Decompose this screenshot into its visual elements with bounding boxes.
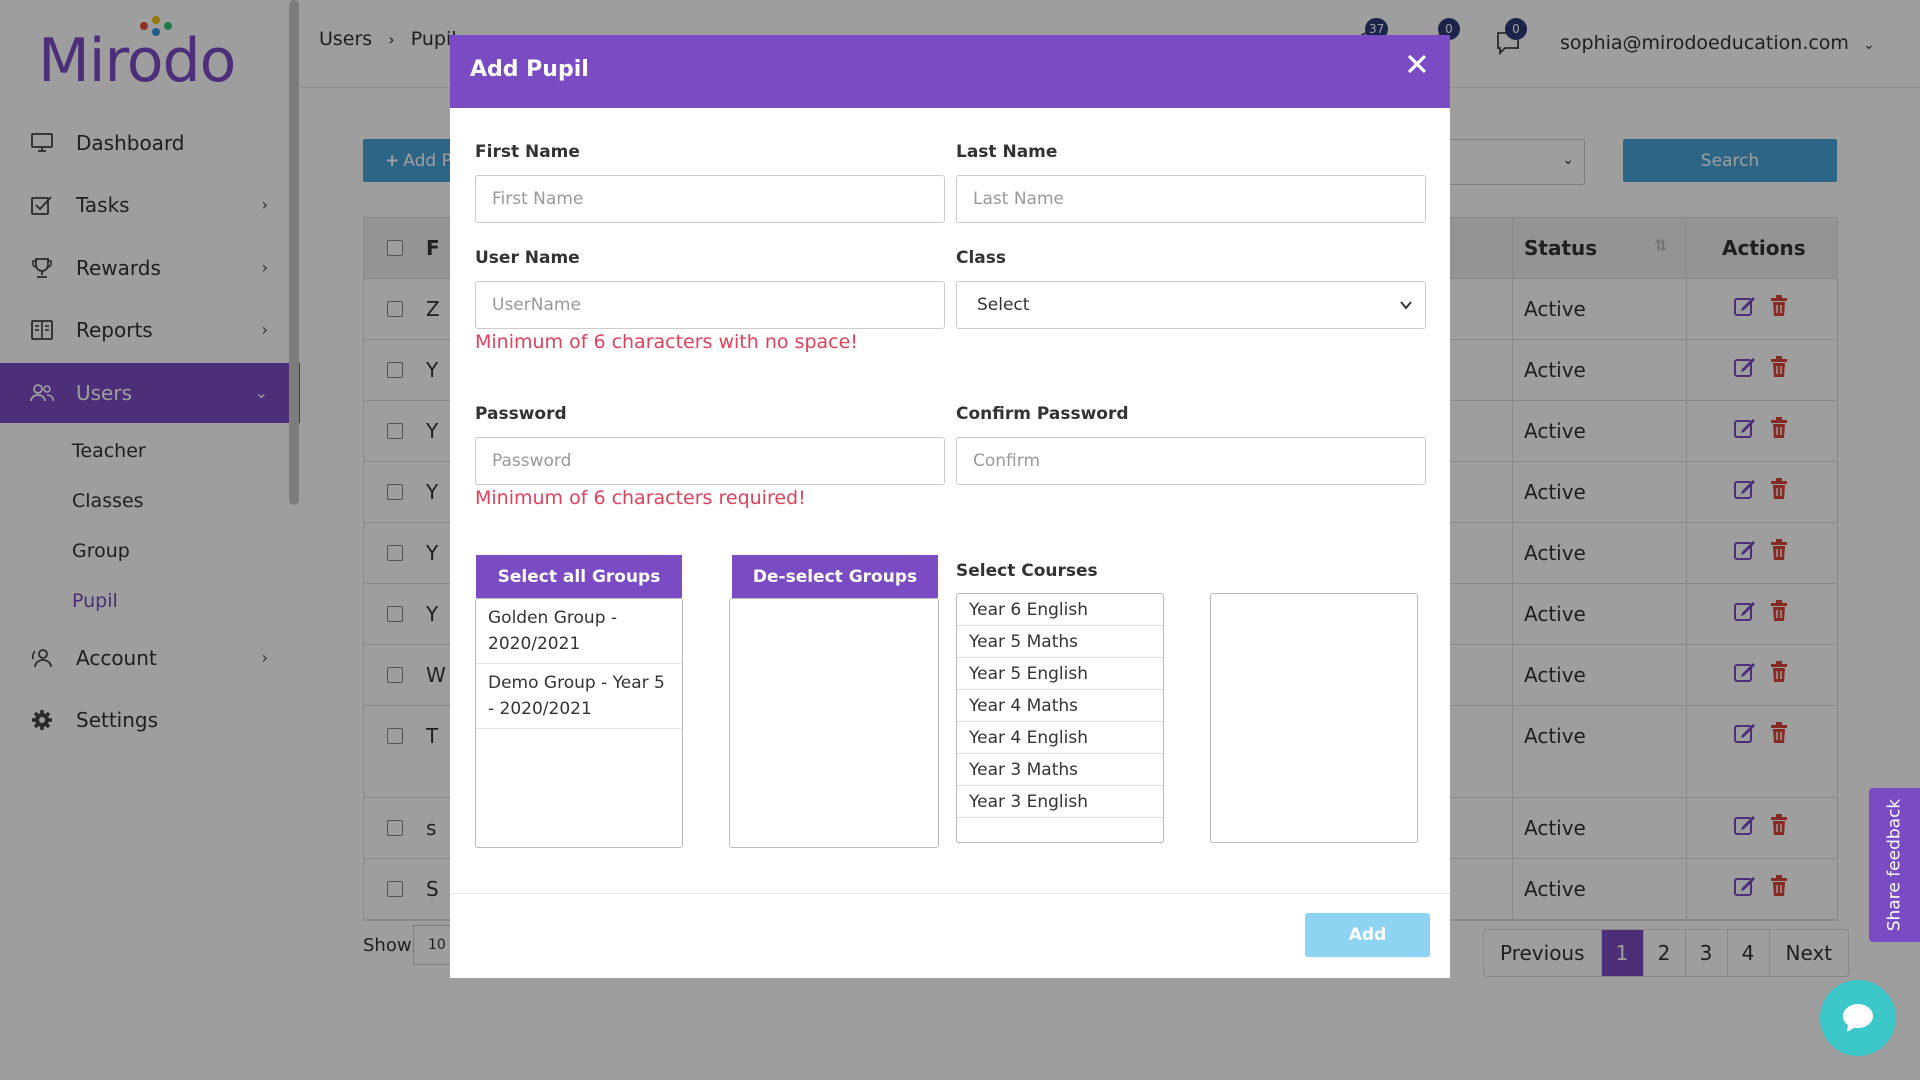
select-courses-label: Select Courses	[956, 561, 1098, 581]
class-select[interactable]: Select	[956, 281, 1426, 329]
close-button[interactable]	[1402, 49, 1432, 79]
modal-header: Add Pupil	[450, 35, 1450, 108]
modal-footer-divider	[450, 893, 1450, 894]
share-feedback-label: Share feedback	[1884, 798, 1905, 932]
password-label: Password	[475, 404, 567, 424]
selected-courses-list[interactable]	[1210, 593, 1418, 843]
class-label: Class	[956, 248, 1007, 268]
select-all-groups-button[interactable]: Select all Groups	[476, 555, 682, 598]
first-name-label: First Name	[475, 142, 580, 162]
selected-groups-list[interactable]	[729, 598, 939, 848]
list-item[interactable]: Year 3 English	[957, 786, 1163, 818]
list-item[interactable]: Year 4 English	[957, 722, 1163, 754]
list-item[interactable]: Year 5 English	[957, 658, 1163, 690]
list-item[interactable]: Year 3 Maths	[957, 754, 1163, 786]
password-error: Minimum of 6 characters required!	[475, 487, 806, 509]
confirm-password-label: Confirm Password	[956, 404, 1129, 424]
last-name-input[interactable]: Last Name	[956, 175, 1426, 223]
list-item[interactable]: Golden Group - 2020/2021	[476, 599, 682, 664]
chevron-down-icon	[1399, 297, 1413, 317]
modal-title: Add Pupil	[470, 57, 589, 82]
share-feedback-button[interactable]: Share feedback	[1869, 788, 1920, 942]
user-name-input[interactable]: UserName	[475, 281, 945, 329]
class-select-value: Select	[977, 295, 1030, 315]
chat-widget-button[interactable]	[1820, 980, 1896, 1056]
user-name-label: User Name	[475, 248, 580, 268]
list-item[interactable]: Demo Group - Year 5 - 2020/2021	[476, 664, 682, 729]
list-item[interactable]: Year 4 Maths	[957, 690, 1163, 722]
available-groups-list[interactable]: Golden Group - 2020/2021 Demo Group - Ye…	[475, 598, 683, 848]
last-name-label: Last Name	[956, 142, 1058, 162]
chat-icon	[1843, 1004, 1873, 1032]
close-icon	[1407, 54, 1427, 74]
list-item[interactable]: Year 5 Maths	[957, 626, 1163, 658]
deselect-groups-button[interactable]: De-select Groups	[732, 555, 938, 598]
confirm-password-input[interactable]: Confirm	[956, 437, 1426, 485]
password-input[interactable]: Password	[475, 437, 945, 485]
list-item[interactable]: Year 6 English	[957, 594, 1163, 626]
first-name-input[interactable]: First Name	[475, 175, 945, 223]
add-pupil-modal: Add Pupil First Name First Name Last Nam…	[450, 35, 1450, 978]
user-name-error: Minimum of 6 characters with no space!	[475, 331, 858, 353]
available-courses-list[interactable]: Year 6 English Year 5 Maths Year 5 Engli…	[956, 593, 1164, 843]
add-button[interactable]: Add	[1305, 913, 1430, 957]
